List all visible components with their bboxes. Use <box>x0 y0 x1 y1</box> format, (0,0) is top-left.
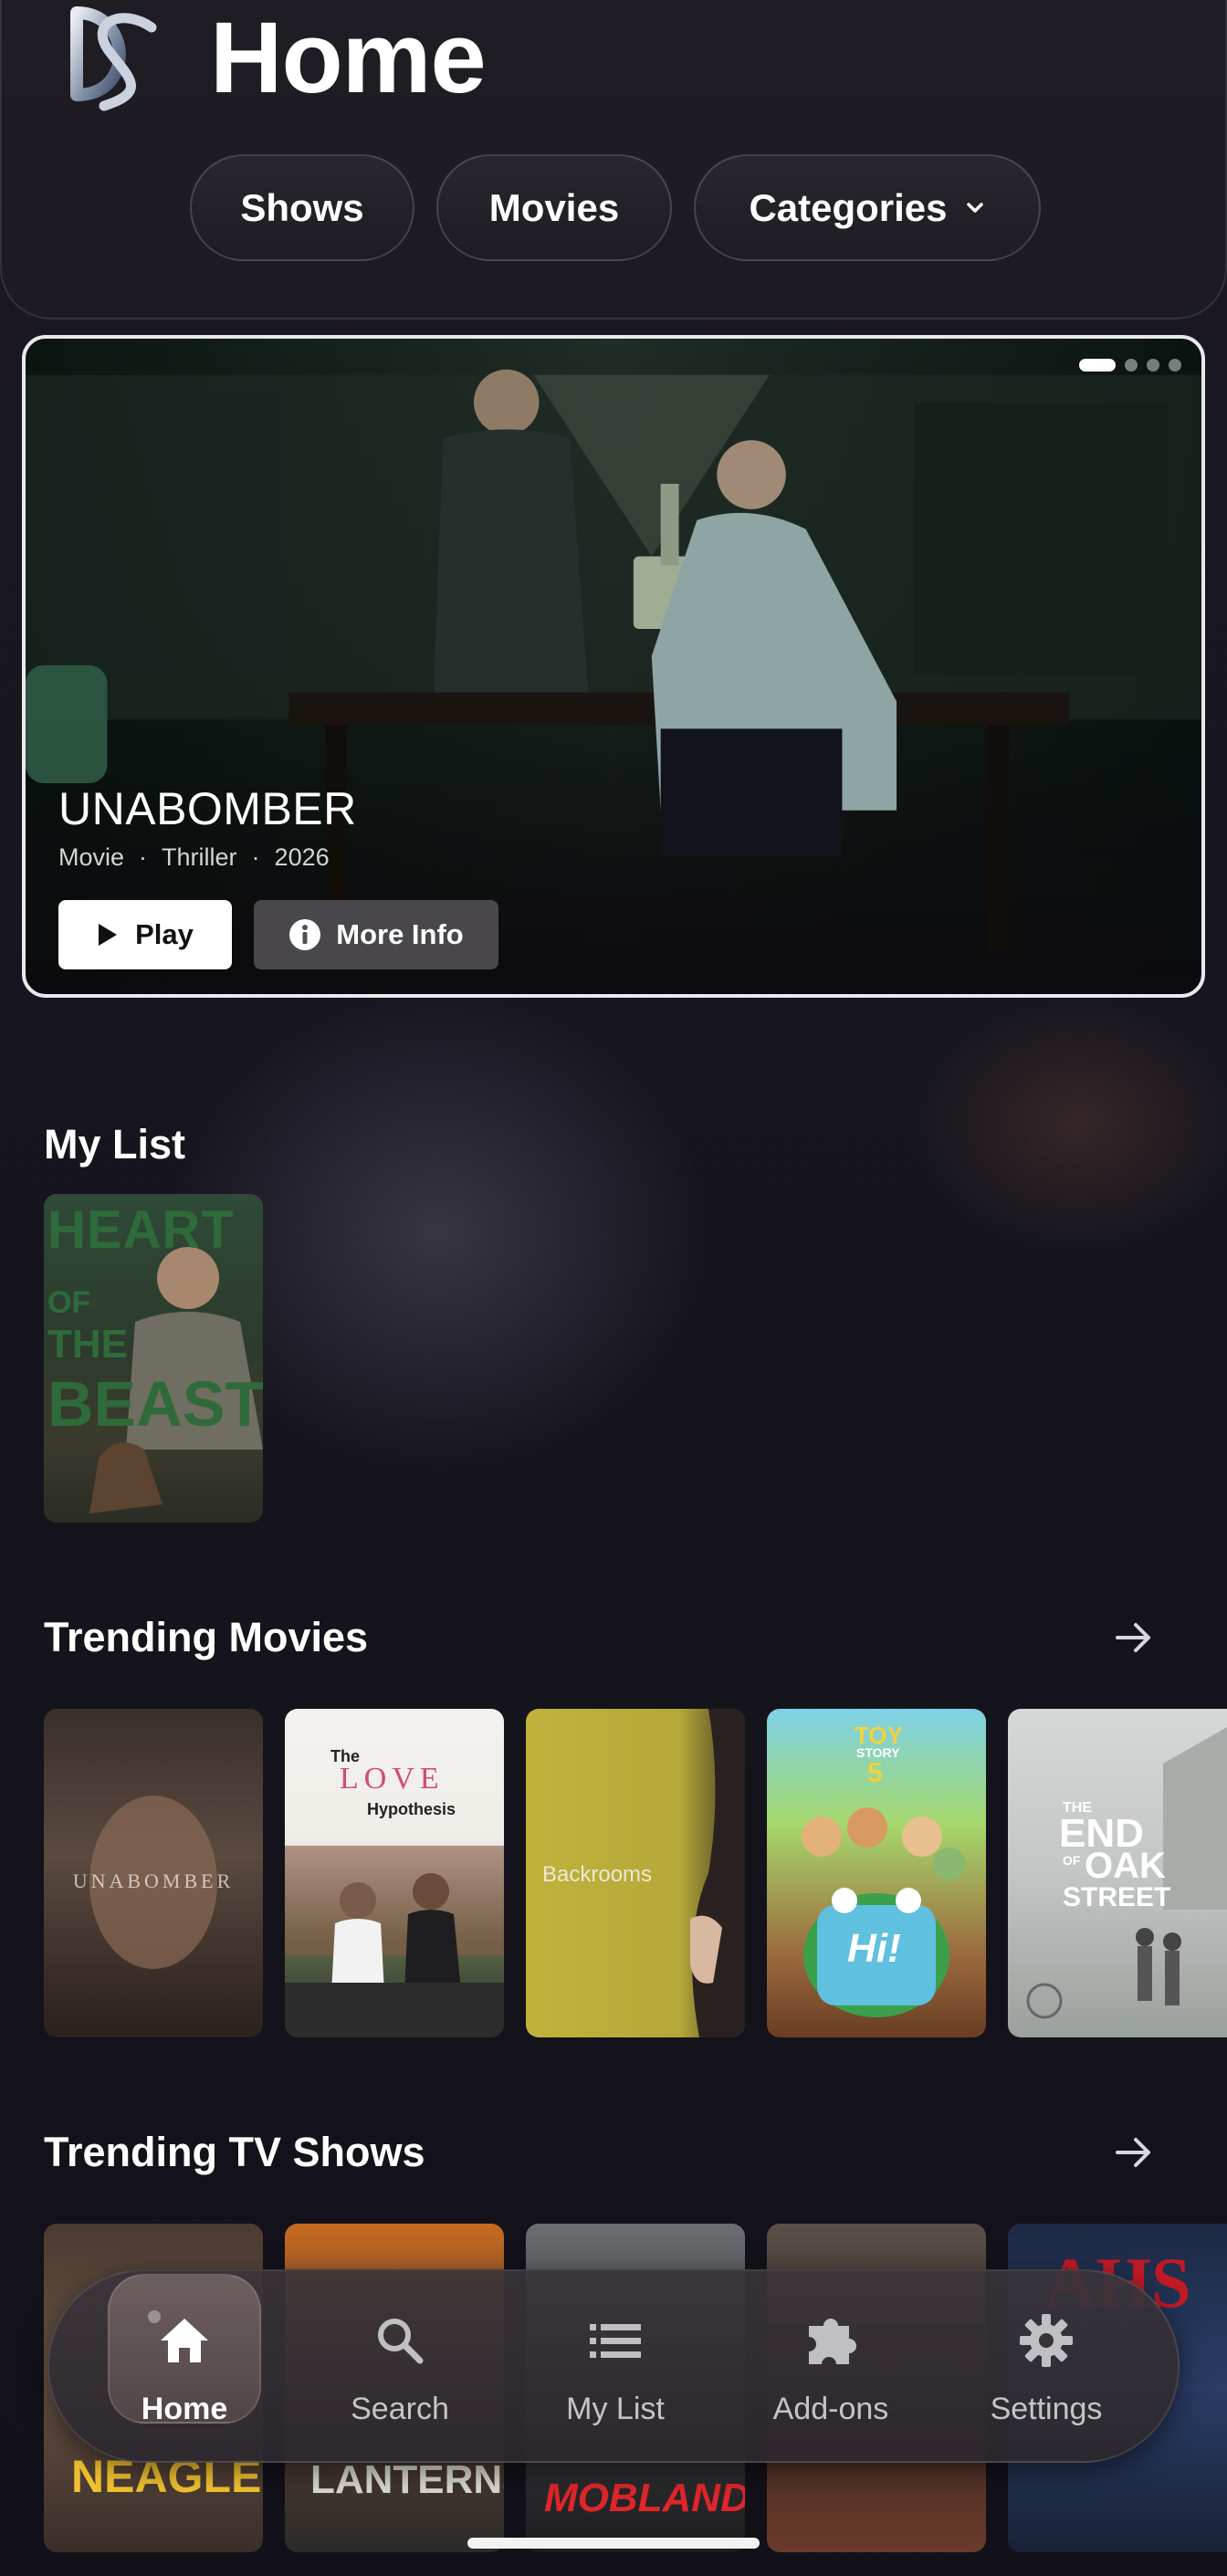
nav-add-ons[interactable]: Add-ons <box>739 2271 922 2465</box>
chevron-down-icon <box>966 202 983 213</box>
poster-unabomber[interactable]: UNABOMBER <box>44 1709 263 2037</box>
list-icon <box>590 2324 641 2358</box>
nav-my-list-label: My List <box>566 2392 665 2426</box>
hero-title: UNABOMBER <box>58 783 357 834</box>
puzzle-icon <box>809 2319 856 2364</box>
poster-love-hypothesis[interactable]: The LOVE Hypothesis <box>285 1709 504 2037</box>
carousel-dot-2[interactable] <box>1125 359 1138 372</box>
hero-type: Movie <box>58 843 125 871</box>
meta-separator: · <box>251 843 260 871</box>
poster-title-line: STREET <box>1063 1882 1171 1912</box>
shows-tab[interactable]: Shows <box>190 154 414 261</box>
arrow-right-icon[interactable] <box>1112 1616 1156 1660</box>
hero-year: 2026 <box>274 843 330 871</box>
poster-title: MOBLAND <box>544 2476 745 2520</box>
poster-heart-of-the-beast[interactable]: HEART OF THE BEAST <box>44 1194 263 1523</box>
poster-title-line: OF <box>1063 1853 1081 1868</box>
poster-toy-story-5[interactable]: TOY STORY 5 Hi! <box>767 1709 986 2037</box>
movies-tab-label: Movies <box>488 185 620 229</box>
nav-search[interactable]: Search <box>309 2271 491 2465</box>
shows-tab-label: Shows <box>240 185 364 229</box>
poster-backrooms[interactable]: Backrooms <box>526 1709 745 2037</box>
carousel-dot-3[interactable] <box>1147 359 1159 372</box>
nav-home-label: Home <box>141 2392 228 2426</box>
poster-title-line: OF <box>47 1285 91 1320</box>
poster-title-line: 5 <box>867 1758 883 1788</box>
categories-label: Categories <box>749 185 948 229</box>
top-nav: Shows Movies Categories <box>2 154 1227 261</box>
nav-search-label: Search <box>351 2392 449 2426</box>
meta-separator: · <box>139 843 148 871</box>
more-info-button[interactable]: More Info <box>254 900 498 969</box>
gear-icon <box>1020 2314 1073 2367</box>
poster-title: UNABOMBER <box>72 1869 235 1892</box>
poster-title-line: Hi! <box>847 1926 901 1971</box>
header-bar: Home Shows Movies Categories <box>0 0 1227 319</box>
my-list-title: My List <box>44 1121 186 1168</box>
categories-dropdown[interactable]: Categories <box>694 154 1041 261</box>
home-indicator[interactable] <box>467 2538 760 2549</box>
poster-title-line: BEAST <box>47 1368 263 1440</box>
poster-title-line: OAK <box>1085 1846 1166 1886</box>
nav-settings[interactable]: Settings <box>955 2271 1138 2465</box>
poster-end-of-oak-street[interactable]: THE END OF OAK STREET <box>1008 1709 1227 2037</box>
play-label: Play <box>135 918 194 950</box>
hero-genre: Thriller <box>162 843 237 871</box>
poster-art <box>285 1846 504 2037</box>
arrow-right-icon[interactable] <box>1112 2131 1156 2174</box>
ds-logo-icon[interactable] <box>49 4 170 113</box>
bottom-nav: Home Search My List Add-ons Settings <box>47 2269 1180 2463</box>
poster-title: Backrooms <box>542 1862 653 1887</box>
more-info-label: More Info <box>336 918 464 950</box>
trending-tv-title: Trending TV Shows <box>44 2129 425 2175</box>
poster-title-line: LOVE <box>340 1762 445 1796</box>
poster-title-line: HEART <box>47 1200 235 1260</box>
nav-settings-label: Settings <box>990 2392 1103 2426</box>
nav-home[interactable]: Home <box>93 2271 276 2465</box>
carousel-dot-1[interactable] <box>1079 359 1116 372</box>
info-icon <box>289 919 321 950</box>
home-icon <box>161 2319 208 2362</box>
poster-title-line: Hypothesis <box>367 1800 456 1818</box>
carousel-indicator[interactable] <box>1079 359 1181 372</box>
nav-my-list[interactable]: My List <box>524 2271 707 2465</box>
page-title: Home <box>210 2 487 114</box>
movies-tab[interactable]: Movies <box>436 154 672 261</box>
trending-movies-title: Trending Movies <box>44 1614 369 1660</box>
nav-add-ons-label: Add-ons <box>772 2392 889 2426</box>
carousel-dot-4[interactable] <box>1169 359 1181 372</box>
play-icon <box>99 924 118 946</box>
play-button[interactable]: Play <box>58 900 232 969</box>
poster-title-line: THE <box>47 1322 128 1367</box>
hero-meta: Movie · Thriller · 2026 <box>58 843 330 872</box>
search-icon <box>378 2319 424 2364</box>
hero-backdrop-image <box>26 369 1201 952</box>
hero-banner[interactable]: UNABOMBER Movie · Thriller · 2026 Play M… <box>22 335 1205 998</box>
